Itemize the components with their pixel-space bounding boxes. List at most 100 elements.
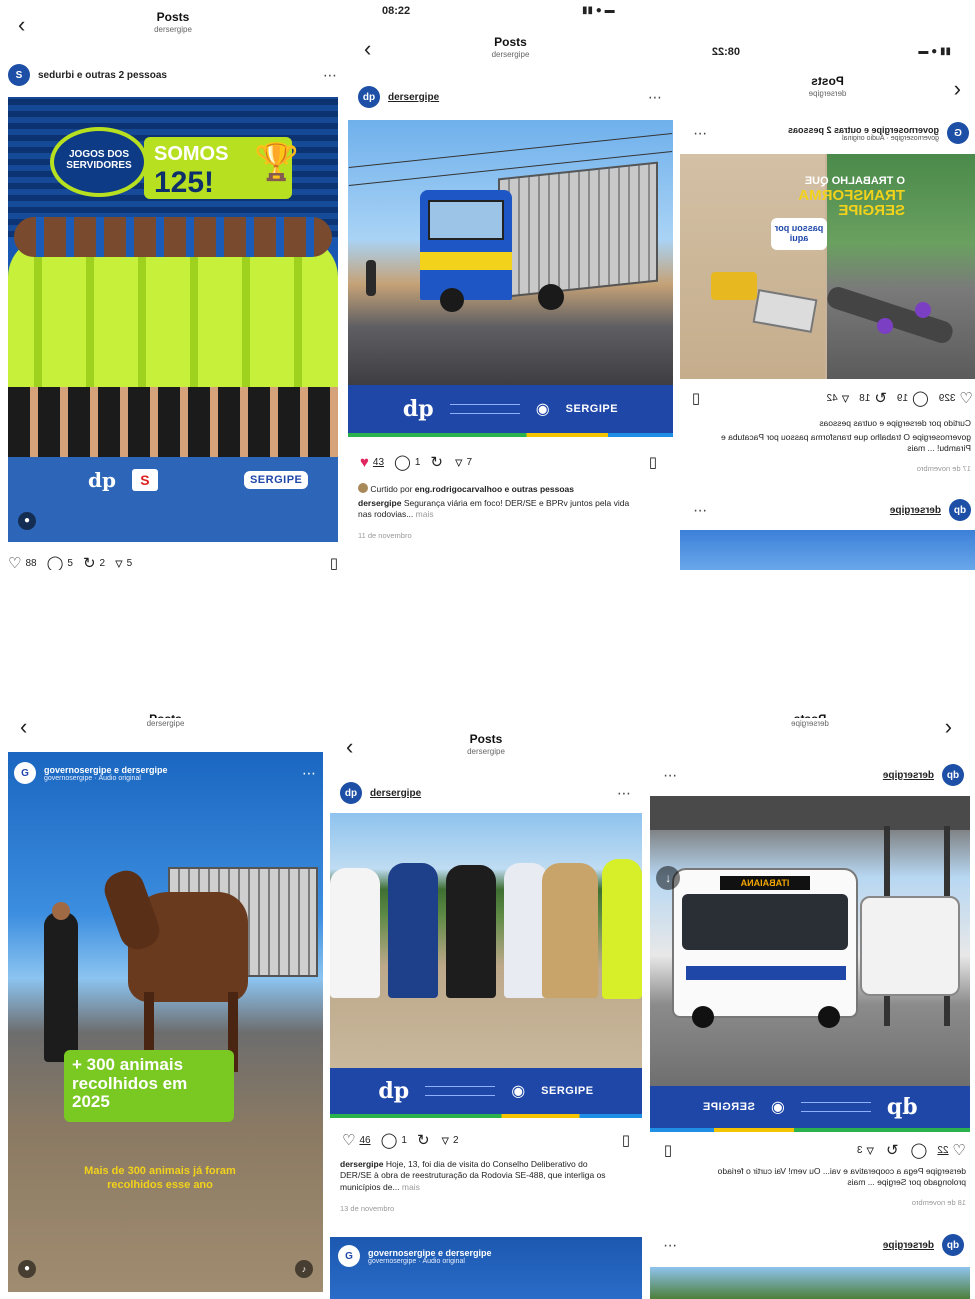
post-image[interactable]: [348, 120, 673, 385]
post-caption: governosergipe O trabalho que transforma…: [721, 432, 971, 454]
post-author[interactable]: dersergipe: [883, 770, 934, 781]
post-author[interactable]: dersergipe: [370, 788, 421, 799]
post-image[interactable]: [330, 813, 642, 1068]
user-tag-icon[interactable]: ●: [18, 512, 36, 530]
post-image[interactable]: O TRABALHO QUE TRANSFORMA SERGIPE passou…: [680, 154, 975, 379]
share-icon[interactable]: ▿: [842, 390, 850, 407]
more-options-icon[interactable]: ⋯: [662, 1237, 677, 1254]
post-image[interactable]: JOGOS DOS SERVIDORES SOMOS 125! 🏆 dp S S…: [8, 97, 338, 542]
der-logo: dp: [886, 1094, 918, 1120]
post-author[interactable]: dersergipe: [388, 92, 439, 103]
comment-icon[interactable]: ◯: [912, 390, 929, 407]
like-count: 43: [372, 456, 385, 468]
liked-by-suffix[interactable]: e outras pessoas: [502, 484, 574, 494]
download-icon[interactable]: ↓: [656, 866, 680, 890]
more-link[interactable]: mais: [413, 509, 434, 519]
page-title: Posts: [494, 35, 527, 49]
post-author[interactable]: governosergipe e dersergipe: [44, 765, 168, 775]
post-tile-5: ‹ Posts dersergipe dp dersergipe ⋯ dp ◉ …: [330, 712, 642, 1299]
comment-icon[interactable]: ◯: [394, 455, 411, 470]
bookmark-icon[interactable]: ▯: [692, 389, 700, 407]
repost-icon[interactable]: ↻: [417, 1133, 430, 1148]
avatar[interactable]: S: [8, 64, 30, 86]
sergipe-logo: SERGIPE: [541, 1085, 594, 1097]
avatar[interactable]: dp: [358, 86, 380, 108]
mute-icon[interactable]: ♪: [295, 1260, 313, 1278]
post-author[interactable]: dersergipe: [883, 1240, 934, 1251]
audio-label[interactable]: governosergipe · Áudio original: [368, 1258, 492, 1265]
comment-icon[interactable]: ◯: [381, 1133, 398, 1148]
heart-icon[interactable]: ♡: [8, 556, 21, 571]
more-options-icon[interactable]: ⋯: [648, 89, 663, 106]
liked-by: Curtido por eng.rodrigocarvalhoo e outra…: [348, 483, 673, 495]
user-tag-icon[interactable]: ●: [18, 1260, 36, 1278]
comment-icon[interactable]: ◯: [911, 1142, 928, 1159]
repost-icon[interactable]: ↻: [874, 390, 887, 407]
bookmark-icon[interactable]: ▯: [664, 1141, 672, 1159]
bookmark-icon[interactable]: ▯: [622, 1131, 630, 1149]
share-icon[interactable]: ▿: [115, 556, 123, 571]
avatar[interactable]: dp: [949, 499, 971, 521]
comment-icon[interactable]: ◯: [47, 556, 64, 571]
heart-icon[interactable]: ♡: [342, 1133, 355, 1148]
caption-author[interactable]: dersergipe: [340, 1159, 383, 1169]
post-image[interactable]: G governosergipe e dersergipe governoser…: [8, 752, 323, 1292]
next-post-image[interactable]: G governosergipe e dersergipe governoser…: [330, 1237, 642, 1299]
avatar[interactable]: dp: [942, 764, 964, 786]
post-tile-1: ‹ Posts dersergipe S sedurbi e outras 2 …: [8, 0, 338, 570]
more-link[interactable]: mais: [400, 1182, 420, 1192]
post-caption: dersergipe Hoje, 13, foi dia de visita d…: [330, 1159, 642, 1193]
post-image[interactable]: ITABAIANA ↓: [650, 796, 970, 1086]
post-tile-6: ‹ Posts dersergipe dp dersergipe ⋯ ITABA…: [650, 712, 970, 1299]
repost-icon[interactable]: ↻: [886, 1142, 899, 1159]
heart-filled-icon[interactable]: ♥: [360, 455, 369, 470]
caption-author[interactable]: dersergipe: [358, 498, 401, 508]
group-photo: [8, 217, 338, 457]
repost-icon[interactable]: ↻: [83, 556, 96, 571]
people-group: [330, 843, 642, 1043]
post-author[interactable]: governosergipe e dersergipe: [368, 1248, 492, 1258]
animals-headline: + 300 animais recolhidos em 2025: [64, 1050, 234, 1122]
audio-label[interactable]: governosergipe · Áudio original: [44, 775, 168, 782]
avatar[interactable]: G: [338, 1245, 360, 1267]
post-author[interactable]: governosergipe e outras 2 pessoas: [788, 125, 939, 135]
more-options-icon[interactable]: ⋯: [692, 502, 707, 519]
like-count: 88: [25, 557, 37, 569]
share-count: 5: [126, 557, 133, 569]
page-title: Posts: [469, 732, 503, 746]
post-author[interactable]: dersergipe: [890, 505, 941, 516]
post-author[interactable]: sedurbi e outras 2 pessoas: [38, 70, 167, 81]
comment-count: 1: [414, 456, 421, 468]
passou-por-aqui-tag: passou por aqui: [771, 218, 827, 250]
share-icon[interactable]: ▿: [442, 1133, 450, 1148]
next-post-image[interactable]: [650, 1267, 970, 1299]
sergipe-logo: SERGIPE: [702, 1101, 755, 1113]
more-options-icon[interactable]: ⋯: [662, 767, 677, 784]
share-icon[interactable]: ▿: [867, 1142, 875, 1159]
more-options-icon[interactable]: ⋯: [617, 785, 632, 802]
page-subtitle: dersergipe: [467, 747, 505, 756]
avatar[interactable]: G: [14, 762, 36, 784]
more-options-icon[interactable]: ⋯: [323, 67, 338, 84]
more-options-icon[interactable]: ⋯: [302, 765, 317, 782]
bookmark-icon[interactable]: ▯: [330, 554, 338, 570]
like-count: 22: [937, 1144, 949, 1156]
repost-icon[interactable]: ↻: [430, 455, 443, 470]
sergipe-emblem-icon: ◉: [770, 1099, 785, 1116]
share-icon[interactable]: ▿: [455, 455, 463, 470]
liked-by-user[interactable]: eng.rodrigocarvalhoo: [415, 484, 502, 494]
heart-icon[interactable]: ♡: [953, 1142, 966, 1159]
post-date: 13 de novembro: [340, 1204, 395, 1213]
avatar[interactable]: G: [947, 122, 969, 144]
post-tile-3: 08:22 ▮▮ ● ▬ ‹ Posts dersergipe G govern…: [680, 0, 975, 570]
der-logo: dp: [402, 396, 434, 422]
avatar[interactable]: dp: [942, 1234, 964, 1256]
heart-icon[interactable]: ♡: [960, 390, 973, 407]
bookmark-icon[interactable]: ▯: [649, 453, 657, 471]
audio-label[interactable]: governosergipe · Áudio original: [788, 135, 939, 142]
comment-count: 1: [401, 1134, 407, 1146]
more-options-icon[interactable]: ⋯: [692, 125, 707, 142]
avatar[interactable]: dp: [340, 782, 362, 804]
page-subtitle: dersergipe: [491, 50, 530, 59]
next-post-image[interactable]: [680, 530, 975, 570]
